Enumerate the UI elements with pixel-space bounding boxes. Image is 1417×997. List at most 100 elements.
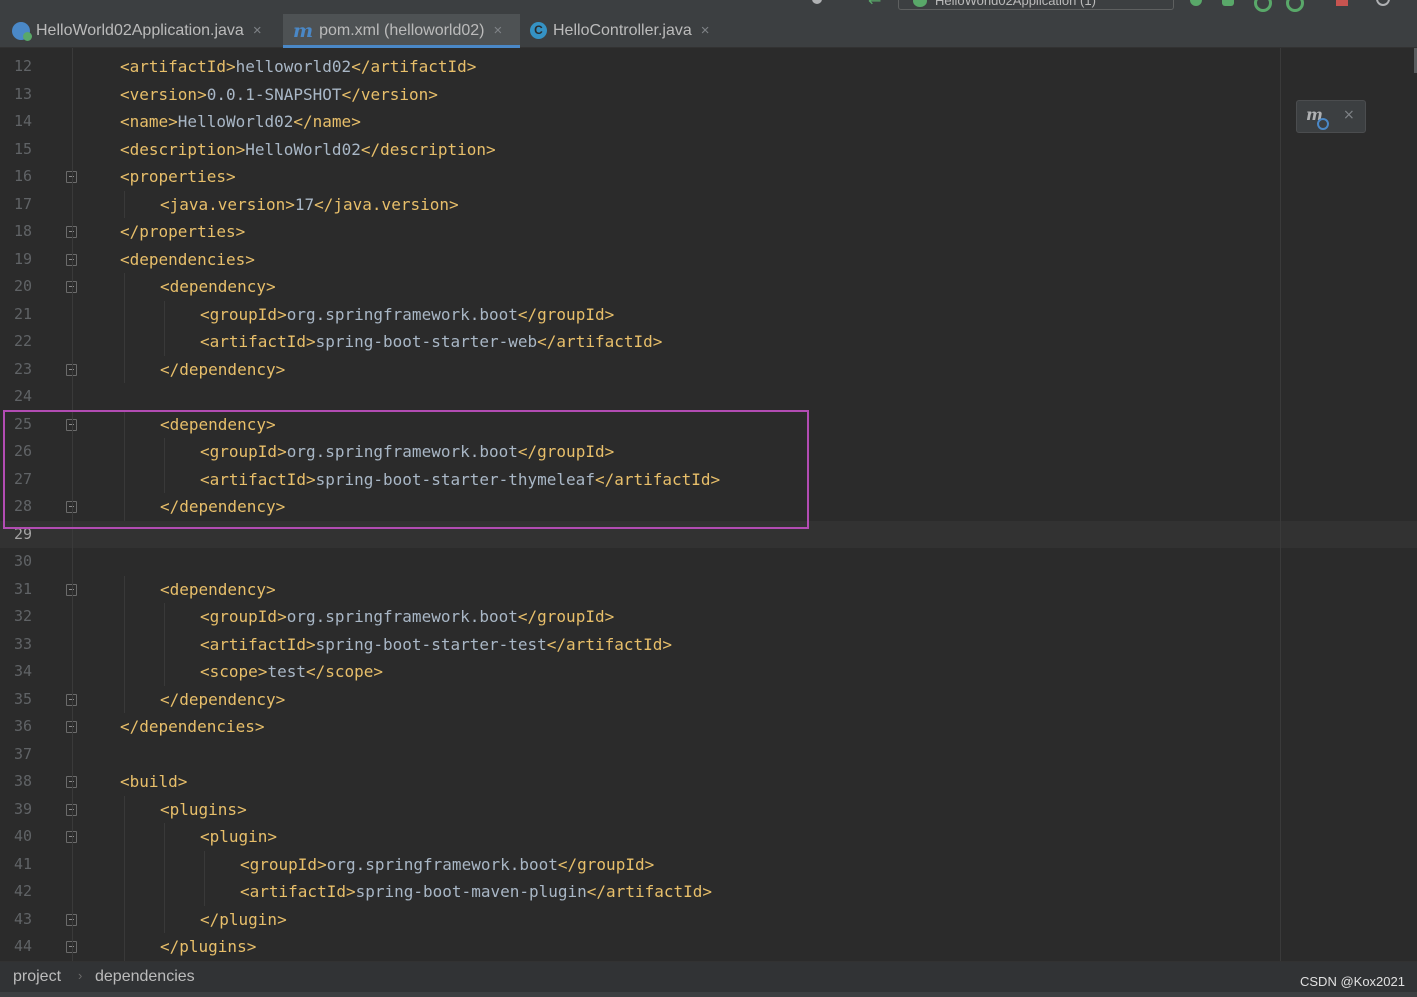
code-line[interactable]: 38 <build> [0, 768, 1417, 796]
user-icon[interactable] [810, 0, 824, 8]
line-number[interactable]: 21 [0, 301, 32, 329]
line-number[interactable]: 34 [0, 658, 32, 686]
code-line[interactable]: 30 [0, 548, 1417, 576]
code-line[interactable]: 44 </plugins> [0, 933, 1417, 961]
code-line[interactable]: 37 [0, 741, 1417, 769]
code-line[interactable]: 20 <dependency> [0, 273, 1417, 301]
line-number[interactable]: 41 [0, 851, 32, 879]
code-line[interactable]: 21 <groupId>org.springframework.boot</gro… [0, 300, 1417, 329]
code-line[interactable]: 24 [0, 383, 1417, 411]
indent-guide [124, 905, 125, 933]
indent-guide [164, 603, 165, 631]
line-number[interactable]: 23 [0, 356, 32, 384]
code-line[interactable]: 13 <version>0.0.1-SNAPSHOT</version> [0, 81, 1417, 109]
run-configuration-selector[interactable]: HelloWorld02Application (1) [898, 0, 1174, 10]
line-number[interactable]: 12 [0, 53, 32, 81]
line-number[interactable]: 24 [0, 383, 32, 411]
code-line[interactable]: 22 <artifactId>spring-boot-starter-web</a… [0, 328, 1417, 356]
line-number[interactable]: 19 [0, 246, 32, 274]
code-text: <dependency> [160, 579, 276, 599]
line-number[interactable]: 22 [0, 328, 32, 356]
line-number[interactable]: 20 [0, 273, 32, 301]
code-text: <dependencies> [120, 249, 255, 269]
navigate-back-icon[interactable]: ← [868, 0, 881, 9]
line-number[interactable]: 13 [0, 81, 32, 109]
maven-reload-popup[interactable]: m × [1296, 100, 1366, 133]
line-number[interactable]: 40 [0, 823, 32, 851]
tab-helloworld02application[interactable]: HelloWorld02Application.java × [0, 14, 283, 47]
indent-guide [124, 355, 125, 383]
line-number[interactable]: 35 [0, 686, 32, 714]
breadcrumb-item-dependencies[interactable]: dependencies [95, 968, 195, 986]
line-number[interactable]: 33 [0, 631, 32, 659]
code-line[interactable]: 33 <artifactId>spring-boot-starter-test</… [0, 630, 1417, 659]
tab-label: HelloWorld02Application.java [36, 21, 244, 39]
code-line[interactable]: 32 <groupId>org.springframework.boot</gro… [0, 603, 1417, 631]
code-text: <artifactId>helloworld02</artifactId> [120, 57, 477, 76]
code-line[interactable]: 31 <dependency> [0, 575, 1417, 604]
profile-icon[interactable] [1286, 0, 1304, 12]
line-number[interactable]: 14 [0, 108, 32, 136]
search-icon[interactable] [1376, 0, 1392, 8]
code-line[interactable]: 43 </plugin> [0, 905, 1417, 934]
highlight-annotation-box [3, 410, 809, 529]
indent-guide [164, 850, 165, 878]
code-text: </plugins> [160, 937, 257, 956]
code-line[interactable]: 42 <artifactId>spring-boot-maven-plugin</… [0, 878, 1417, 906]
run-configuration-label: HelloWorld02Application (1) [935, 0, 1096, 8]
indent-guide [164, 905, 165, 933]
spring-boot-icon [913, 0, 927, 7]
code-text: <version>0.0.1-SNAPSHOT</version> [120, 84, 438, 104]
indent-guide [124, 328, 125, 356]
code-line[interactable]: 36 </dependencies> [0, 713, 1417, 741]
line-number[interactable]: 16 [0, 163, 32, 191]
code-text: </dependencies> [120, 717, 265, 736]
close-icon[interactable]: × [701, 22, 710, 39]
code-line[interactable]: 41 <groupId>org.springframework.boot</gro… [0, 850, 1417, 879]
indent-guide [124, 603, 125, 631]
tab-pom-xml[interactable]: m pom.xml (helloworld02) × [283, 14, 520, 48]
class-icon: C [530, 22, 547, 39]
line-number[interactable]: 44 [0, 933, 32, 961]
code-line[interactable]: 17 <java.version>17</java.version> [0, 190, 1417, 219]
maven-reload-icon[interactable]: m [1306, 105, 1329, 130]
code-line[interactable]: 16 <properties> [0, 163, 1417, 191]
code-text: <dependency> [160, 277, 276, 296]
coverage-icon[interactable] [1254, 0, 1272, 12]
stop-icon[interactable] [1336, 0, 1350, 8]
line-number[interactable]: 17 [0, 191, 32, 219]
close-icon[interactable]: × [494, 22, 503, 39]
code-line[interactable]: 23 </dependency> [0, 355, 1417, 384]
line-number[interactable]: 39 [0, 796, 32, 824]
line-number[interactable]: 32 [0, 603, 32, 631]
line-number[interactable]: 43 [0, 906, 32, 934]
line-number[interactable]: 37 [0, 741, 32, 769]
tab-hellocontroller[interactable]: C HelloController.java × [520, 14, 730, 47]
code-line[interactable]: 35 </dependency> [0, 685, 1417, 714]
line-number[interactable]: 18 [0, 218, 32, 246]
code-line[interactable]: 15 <description>HelloWorld02</description… [0, 136, 1417, 164]
code-line[interactable]: 40 <plugin> [0, 823, 1417, 851]
code-line[interactable]: 14 <name>HelloWorld02</name> [0, 108, 1417, 136]
indent-guide [164, 300, 165, 328]
code-editor[interactable]: 12 <artifactId>helloworld02</artifactId> 1… [0, 48, 1417, 961]
right-margin-guide [1280, 48, 1281, 961]
run-icon[interactable] [1190, 0, 1204, 8]
close-icon[interactable]: × [253, 22, 262, 39]
tab-label: pom.xml (helloworld02) [319, 21, 485, 39]
close-icon[interactable]: × [1343, 107, 1355, 123]
line-number[interactable]: 36 [0, 713, 32, 741]
indent-guide [124, 878, 125, 906]
line-number[interactable]: 31 [0, 576, 32, 604]
code-line[interactable]: 19 <dependencies> [0, 246, 1417, 274]
line-number[interactable]: 30 [0, 548, 32, 576]
code-line[interactable]: 12 <artifactId>helloworld02</artifactId> [0, 53, 1417, 81]
code-line[interactable]: 34 <scope>test</scope> [0, 658, 1417, 686]
breadcrumb-item-project[interactable]: project [13, 968, 61, 986]
line-number[interactable]: 38 [0, 768, 32, 796]
line-number[interactable]: 15 [0, 136, 32, 164]
debug-icon[interactable] [1222, 0, 1236, 8]
line-number[interactable]: 42 [0, 878, 32, 906]
code-line[interactable]: 18 </properties> [0, 218, 1417, 246]
code-line[interactable]: 39 <plugins> [0, 795, 1417, 824]
